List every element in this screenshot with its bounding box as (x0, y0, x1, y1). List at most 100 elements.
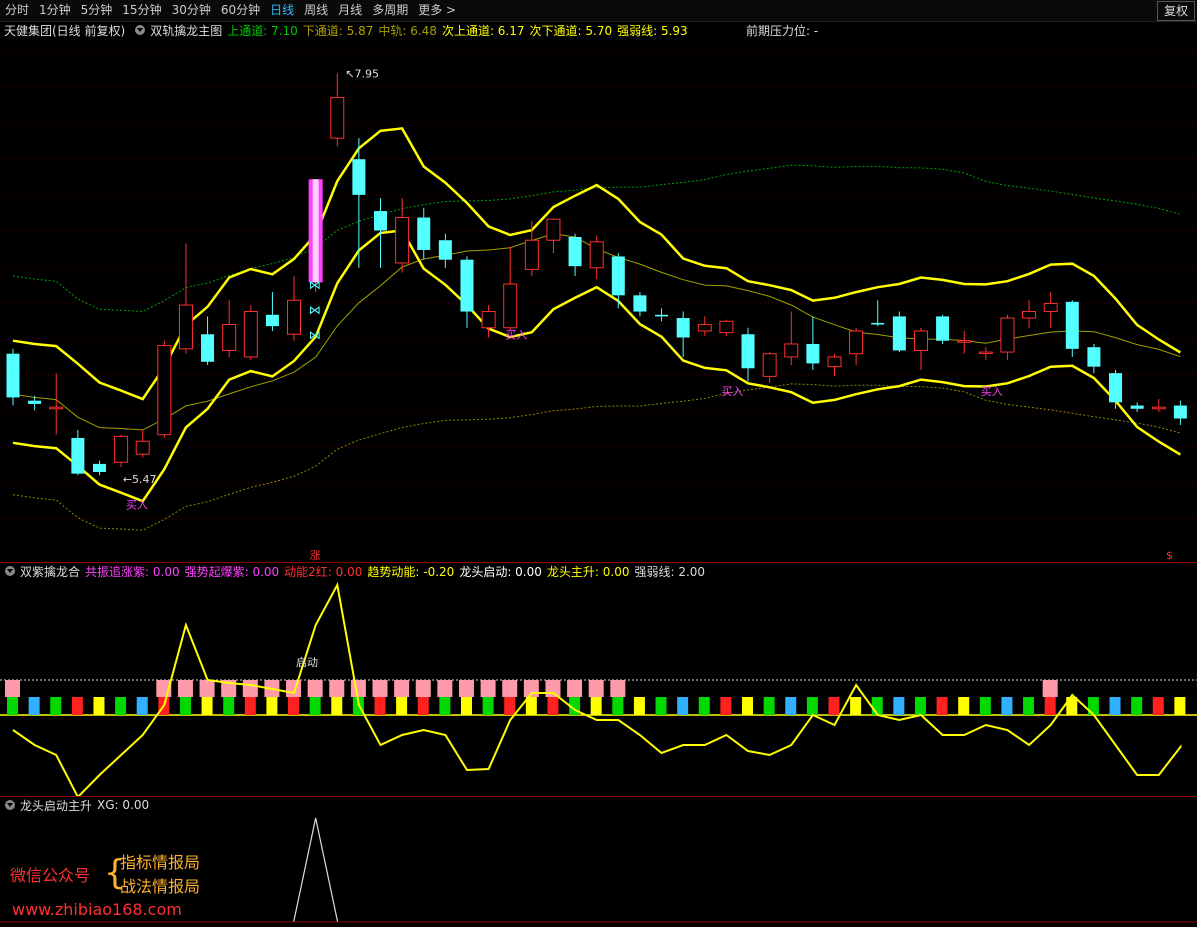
sub1-signal-bar (1152, 697, 1164, 715)
candle-down (611, 256, 625, 296)
candle-up (849, 330, 864, 355)
period-tab-1[interactable]: 1分钟 (34, 0, 76, 21)
sub1-signal-bar (439, 697, 451, 715)
sub1-signal-bar (93, 697, 105, 715)
sub1-pink-block (1042, 680, 1058, 697)
sub1-signal-bar (396, 697, 408, 715)
candle-up (957, 340, 972, 343)
pressure-label: 前期压力位: - (746, 21, 823, 39)
pressure-text: 前期压力位: - (746, 23, 819, 38)
sub1-pink-block (588, 680, 604, 697)
sub1-menu-icon[interactable] (5, 566, 15, 576)
sub1-pink-block (372, 680, 388, 697)
candle-down (417, 217, 431, 250)
buy-signal-label: 买入 (126, 499, 148, 512)
sub1-signal-bar (71, 697, 83, 715)
candle-down (265, 314, 279, 327)
period-tab-9[interactable]: 多周期 (367, 0, 413, 21)
sub1-chart[interactable]: 启动 (0, 580, 1197, 796)
sub1-pink-block (329, 680, 345, 697)
period-tab-0[interactable]: 分时 (0, 0, 34, 21)
candle-up (503, 283, 518, 329)
sub1-pink-block (5, 680, 20, 697)
candle-down (655, 314, 669, 317)
watermark-titles: 指标情报局 战法情报局 (120, 851, 200, 899)
sub1-signal-bar (223, 697, 235, 715)
sub1-signal-bar (417, 697, 429, 715)
start-label: 启动 (296, 656, 318, 669)
sub1-signal-bar (720, 697, 732, 715)
sub1-pink-block (458, 680, 474, 697)
sub1-signal-bar (50, 697, 62, 715)
candle-up (49, 406, 64, 410)
candle-down (201, 334, 215, 362)
sub1-signal-bar (482, 697, 494, 715)
sub1-legend-item-4: 龙头启动: 0.00 (459, 564, 542, 579)
candle-down (352, 159, 366, 195)
sub2-xg: XG: 0.00 (97, 798, 150, 812)
candle-down (28, 400, 42, 404)
sub1-legend-item-6: 强弱线: 2.00 (634, 564, 706, 579)
sub1-signal-bar (698, 697, 710, 715)
period-tab-10[interactable]: 更多 > (413, 0, 461, 21)
watermark-line2: 战法情报局 (120, 877, 201, 896)
period-tab-5[interactable]: 60分钟 (216, 0, 265, 21)
sub2-menu-icon[interactable] (5, 800, 15, 810)
sub1-signal-bar (504, 697, 516, 715)
sub1-pink-block (286, 680, 302, 697)
candle-up (784, 343, 799, 358)
candle-down (1087, 347, 1101, 367)
sub1-pink-block (307, 680, 323, 697)
butterfly-icon: ⋈ (309, 328, 321, 342)
period-tab-8[interactable]: 月线 (333, 0, 367, 21)
buy-signal-label: 买入 (505, 329, 527, 342)
period-tab-7[interactable]: 周线 (299, 0, 333, 21)
sub1-signal-bar (633, 697, 645, 715)
candle-down (676, 318, 690, 338)
period-tab-2[interactable]: 5分钟 (76, 0, 118, 21)
candle-down (936, 316, 950, 341)
candle-up (395, 217, 410, 264)
sub1-signal-bar (201, 697, 213, 715)
sub1-signal-bar (914, 697, 926, 715)
sub1-signal-bar (1044, 697, 1056, 715)
watermark-url: www.zhibiao168.com (12, 900, 182, 919)
sub1-pink-block (415, 680, 431, 697)
sub1-signal-bar (115, 697, 127, 715)
restore-button[interactable]: 复权 (1156, 1, 1195, 21)
watermark-wechat: 微信公众号 (10, 866, 91, 885)
period-tab-3[interactable]: 15分钟 (117, 0, 166, 21)
sub1-signal-bar (871, 697, 883, 715)
sub1-signal-bar (958, 697, 970, 715)
candle-down (633, 295, 647, 312)
candle-down (6, 353, 20, 398)
main-info-bar: 天健集团(日线 前复权) 双轨擒龙主图 上通道: 7.10 下通道: 5.87 中轨… (0, 21, 693, 39)
butterfly-icon: ⋈ (309, 303, 321, 317)
candle-up (222, 324, 237, 351)
main-legend-item-5: 强弱线: 5.93 (617, 23, 688, 38)
sub1-signal-bar (763, 697, 775, 715)
candle-up (1151, 406, 1166, 410)
sub1-signal-bar (28, 697, 40, 715)
sub1-pink-block (567, 680, 583, 697)
main-legend-item-3: 次上通道: 6.17 (441, 23, 525, 38)
sub1-pink-block (199, 680, 215, 697)
candle-down (892, 316, 906, 351)
candle-up (1000, 317, 1015, 353)
sub1-signal-bar (1023, 697, 1035, 715)
sub1-signal-bar (179, 697, 191, 715)
sub1-signal-bar (266, 697, 278, 715)
period-tab-6[interactable]: 日线 (265, 0, 299, 21)
period-tab-4[interactable]: 30分钟 (167, 0, 216, 21)
sub1-pink-block (242, 680, 258, 697)
indicator-menu-icon[interactable] (135, 25, 146, 35)
candle-up (114, 435, 129, 463)
sub2-name[interactable]: 龙头启动主升 (20, 797, 92, 814)
sub1-pink-block (480, 680, 496, 697)
candlestick-chart[interactable]: ⋈⋈⋈↖7.95←5.47买入买入买入 买入涨 $ (0, 39, 1197, 562)
candle-down (374, 211, 388, 231)
candle-up (589, 241, 604, 269)
sub1-pink-block (350, 680, 366, 697)
main-indicator-name[interactable]: 双轨擒龙主图 (150, 22, 222, 39)
sub1-name[interactable]: 双紫擒龙合 (20, 563, 80, 580)
